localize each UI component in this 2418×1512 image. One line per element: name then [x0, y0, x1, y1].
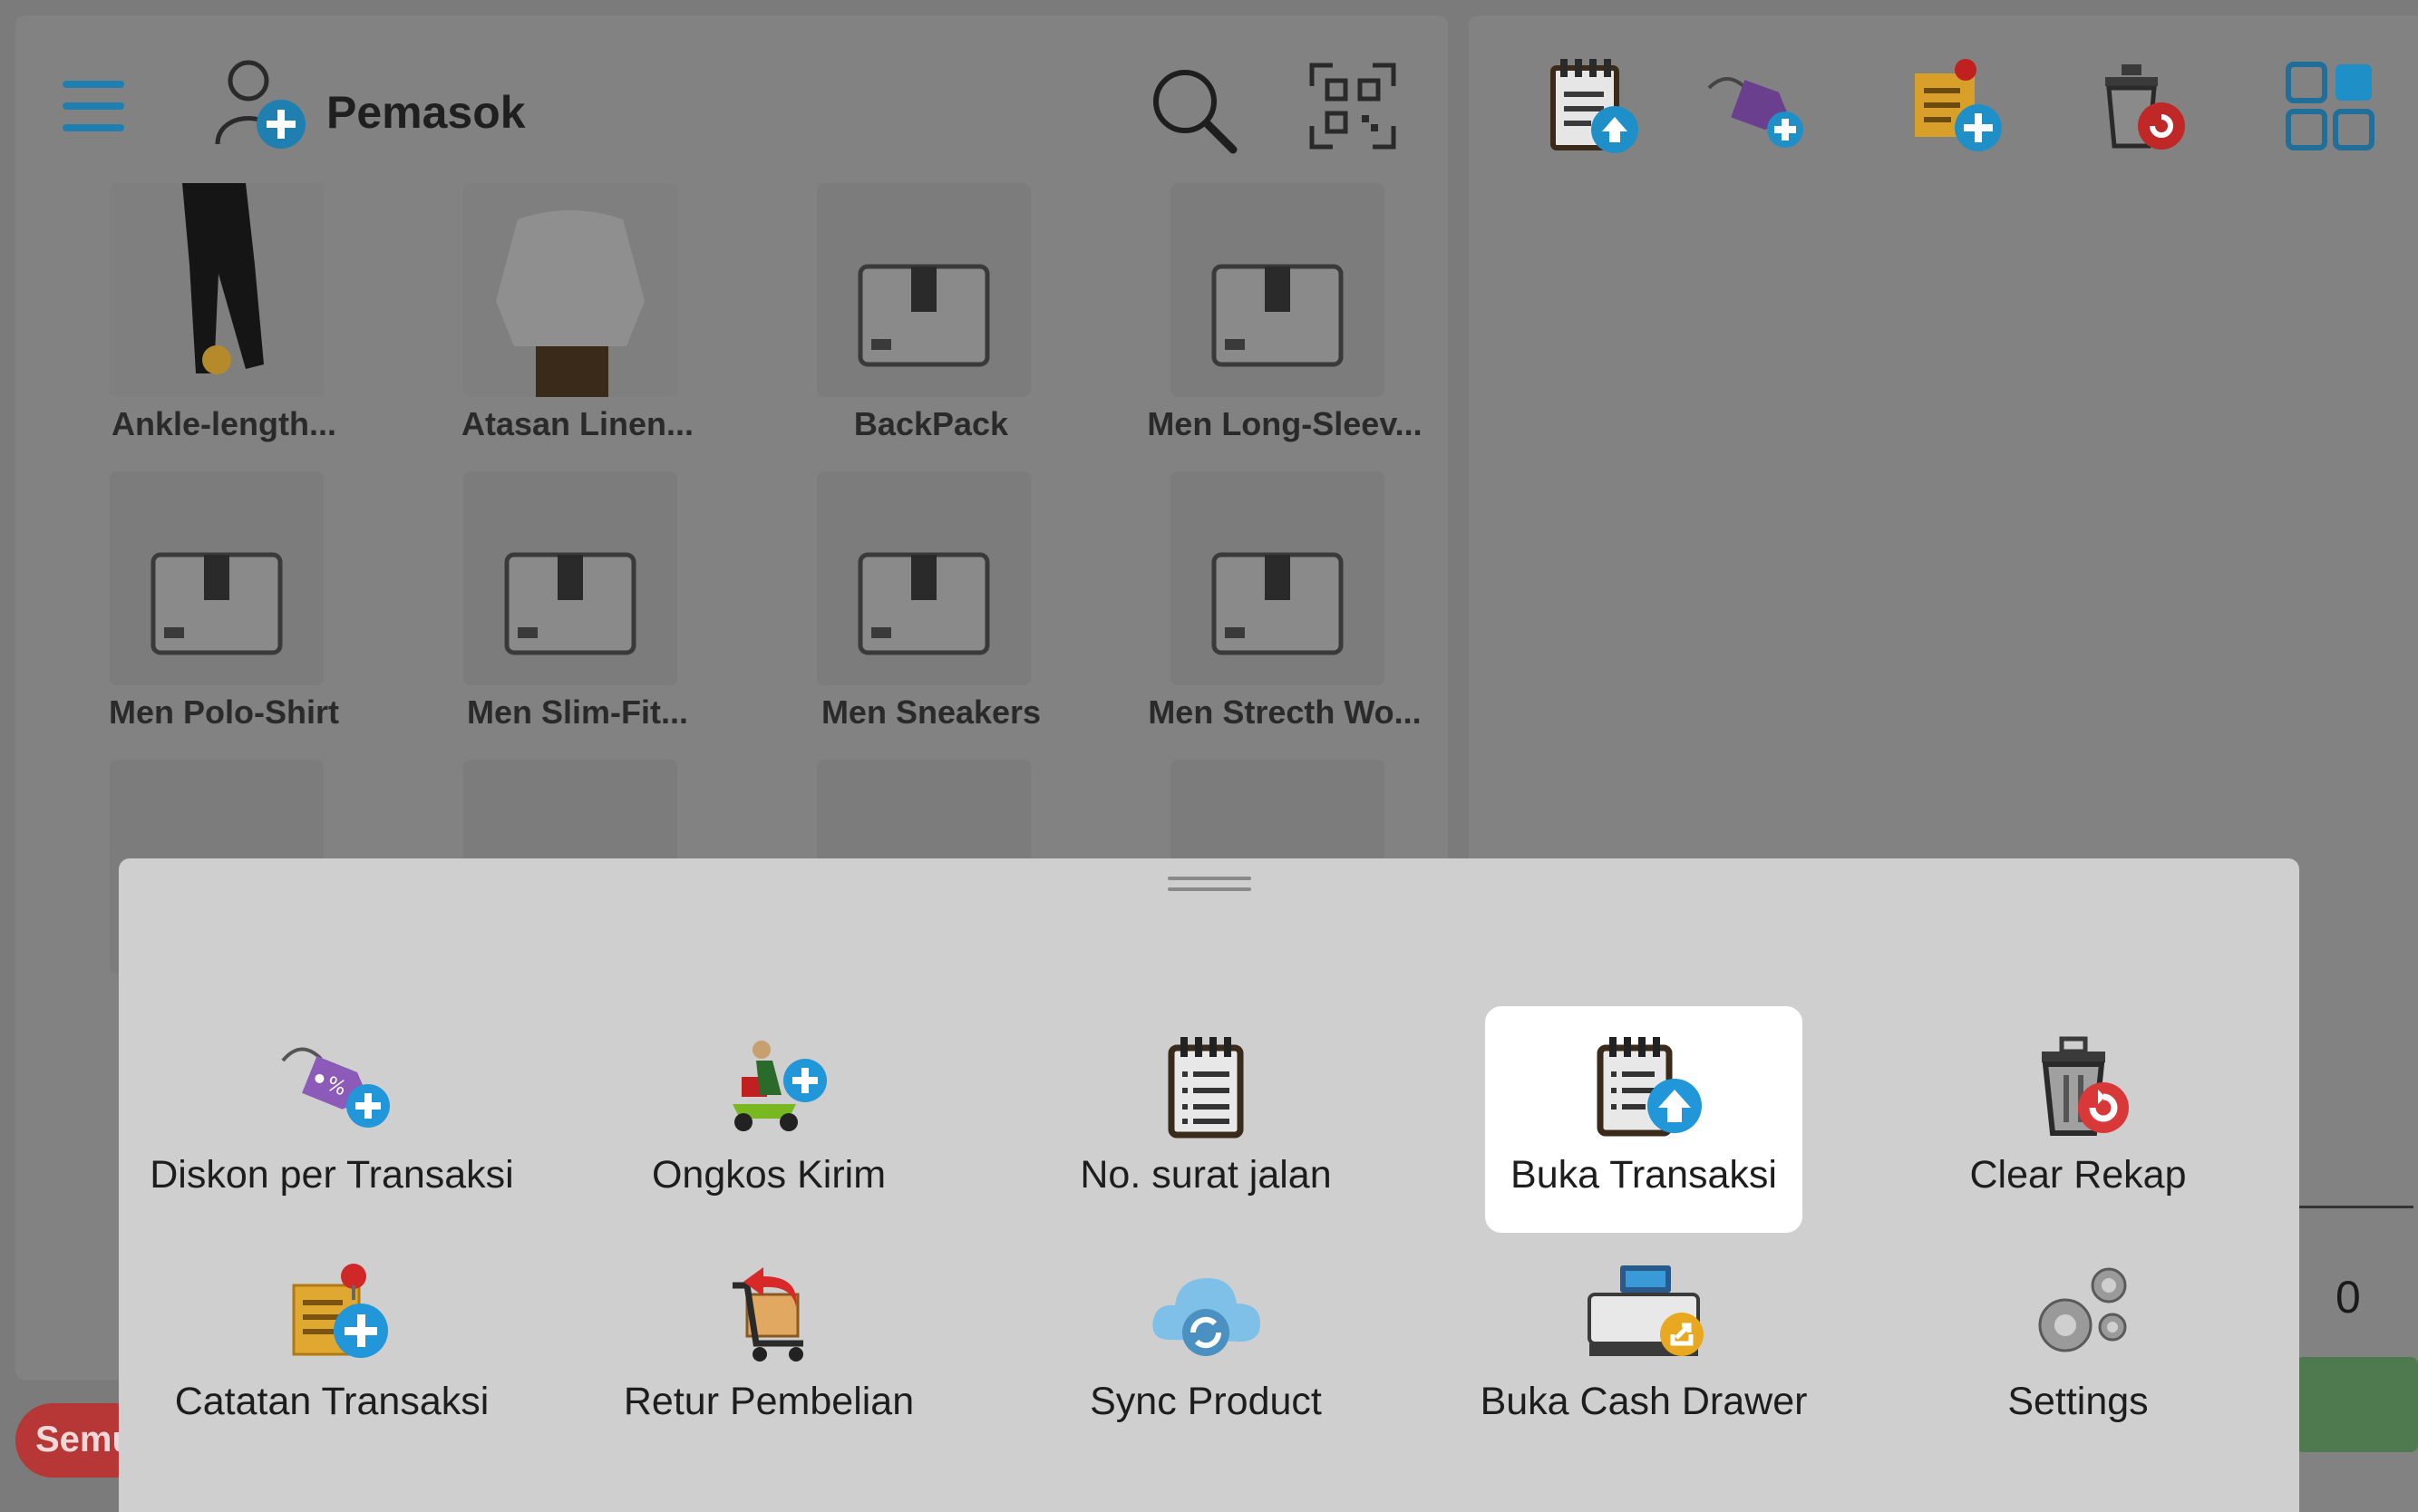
discount-tag-add-icon: %: [281, 1047, 390, 1128]
product-tile[interactable]: Men Sneakers: [795, 471, 1067, 743]
menu-item-label: Ongkos Kirim: [651, 1153, 887, 1197]
box-placeholder-icon: [858, 264, 990, 367]
menu-item-retur-pembelian[interactable]: Retur Pembelian: [610, 1233, 927, 1459]
product-name: Men Slim-Fit...: [466, 693, 688, 731]
cart-return-icon: [733, 1267, 803, 1362]
box-placeholder-icon: [504, 552, 636, 655]
product-placeholder: [817, 183, 1031, 397]
menu-item-settings[interactable]: Settings: [1919, 1233, 2237, 1459]
product-photo: [110, 183, 324, 397]
menu-item-label: Clear Rekap: [1969, 1153, 2187, 1197]
product-name: Men Strecth Wo...: [1148, 693, 1422, 731]
product-name: Ankle-length...: [111, 405, 336, 442]
add-supplier-icon[interactable]: [210, 53, 310, 153]
product-name: BackPack: [853, 405, 1009, 442]
menu-item-sync-product[interactable]: Sync Product: [1047, 1233, 1364, 1459]
menu-item-catatan-transaksi[interactable]: Catatan Transaksi: [173, 1233, 490, 1459]
product-name: Atasan Linen...: [461, 405, 694, 442]
product-placeholder: [1170, 183, 1384, 397]
product-tile[interactable]: Men Long-Sleev...: [1147, 183, 1423, 455]
menu-item-label: Diskon per Transaksi: [150, 1153, 514, 1197]
page-title: Pemasok: [326, 87, 526, 138]
trash-reset-icon[interactable]: [2085, 52, 2194, 160]
cloud-sync-icon: [1152, 1278, 1260, 1356]
menu-item-label: No. surat jalan: [1080, 1153, 1332, 1197]
discount-tag-add-icon[interactable]: [1700, 52, 1809, 160]
note-add-icon: [292, 1264, 388, 1358]
blouse-photo-icon: [463, 183, 677, 397]
trash-reset-icon: [2042, 1036, 2129, 1136]
box-placeholder-icon: [1211, 264, 1344, 367]
menu-hamburger-icon[interactable]: [63, 81, 124, 131]
menu-item-diskon-per-transaksi[interactable]: % Diskon per Transaksi: [150, 1006, 514, 1233]
menu-item-label: Buka Cash Drawer: [1480, 1380, 1808, 1423]
menu-item-buka-transaksi[interactable]: Buka Transaksi: [1485, 1006, 1802, 1233]
menu-item-label: Retur Pembelian: [623, 1380, 915, 1423]
product-tile[interactable]: Men Polo-Shirt: [88, 471, 360, 743]
notepad-upload-icon[interactable]: [1537, 52, 1646, 160]
total-value: 0: [2335, 1272, 2361, 1323]
menu-item-ongkos-kirim[interactable]: Ongkos Kirim: [610, 1006, 927, 1233]
product-tile[interactable]: Atasan Linen...: [442, 183, 714, 455]
note-add-icon[interactable]: [1902, 52, 2011, 160]
box-placeholder-icon: [858, 552, 990, 655]
product-name: Men Long-Sleev...: [1147, 405, 1423, 442]
grid-view-icon[interactable]: [2276, 52, 2384, 160]
product-placeholder: [1170, 471, 1384, 685]
menu-item-buka-cash-drawer[interactable]: Buka Cash Drawer: [1481, 1233, 1807, 1459]
search-icon[interactable]: [1144, 61, 1244, 160]
product-tile[interactable]: Ankle-length...: [88, 183, 360, 455]
sheet-drag-handle[interactable]: [1168, 877, 1251, 893]
product-name: Men Polo-Shirt: [109, 693, 339, 731]
product-placeholder: [110, 471, 324, 685]
action-bottom-sheet: % Diskon per Transaksi Ongkos Kirim No. …: [119, 858, 2299, 1512]
product-placeholder: [817, 471, 1031, 685]
pay-button[interactable]: [2296, 1357, 2418, 1452]
product-tile[interactable]: Men Strecth Wo...: [1148, 471, 1422, 743]
barcode-scan-icon[interactable]: [1307, 61, 1398, 151]
menu-item-clear-rekap[interactable]: Clear Rekap: [1919, 1006, 2237, 1233]
product-tile[interactable]: Men Slim-Fit...: [442, 471, 714, 743]
product-photo: [463, 183, 677, 397]
menu-item-label: Sync Product: [1090, 1380, 1322, 1423]
cash-drawer-icon: [1588, 1265, 1704, 1356]
delivery-scooter-add-icon: [733, 1041, 827, 1131]
product-placeholder: [463, 471, 677, 685]
menu-item-label: Settings: [2007, 1380, 2149, 1423]
menu-item-label: Catatan Transaksi: [174, 1380, 490, 1423]
pants-photo-icon: [110, 183, 324, 397]
notepad-upload-icon: [1597, 1037, 1702, 1137]
product-tile[interactable]: BackPack: [795, 183, 1067, 455]
menu-item-no-surat-jalan[interactable]: No. surat jalan: [1047, 1006, 1364, 1233]
menu-item-label: Buka Transaksi: [1510, 1153, 1777, 1197]
total-divider: [2296, 1206, 2413, 1208]
box-placeholder-icon: [151, 552, 283, 655]
gears-icon: [2038, 1267, 2127, 1352]
box-placeholder-icon: [1211, 552, 1344, 655]
top-bar: Pemasok: [15, 15, 1448, 188]
product-name: Men Sneakers: [821, 693, 1042, 731]
notepad-icon: [1168, 1037, 1244, 1139]
